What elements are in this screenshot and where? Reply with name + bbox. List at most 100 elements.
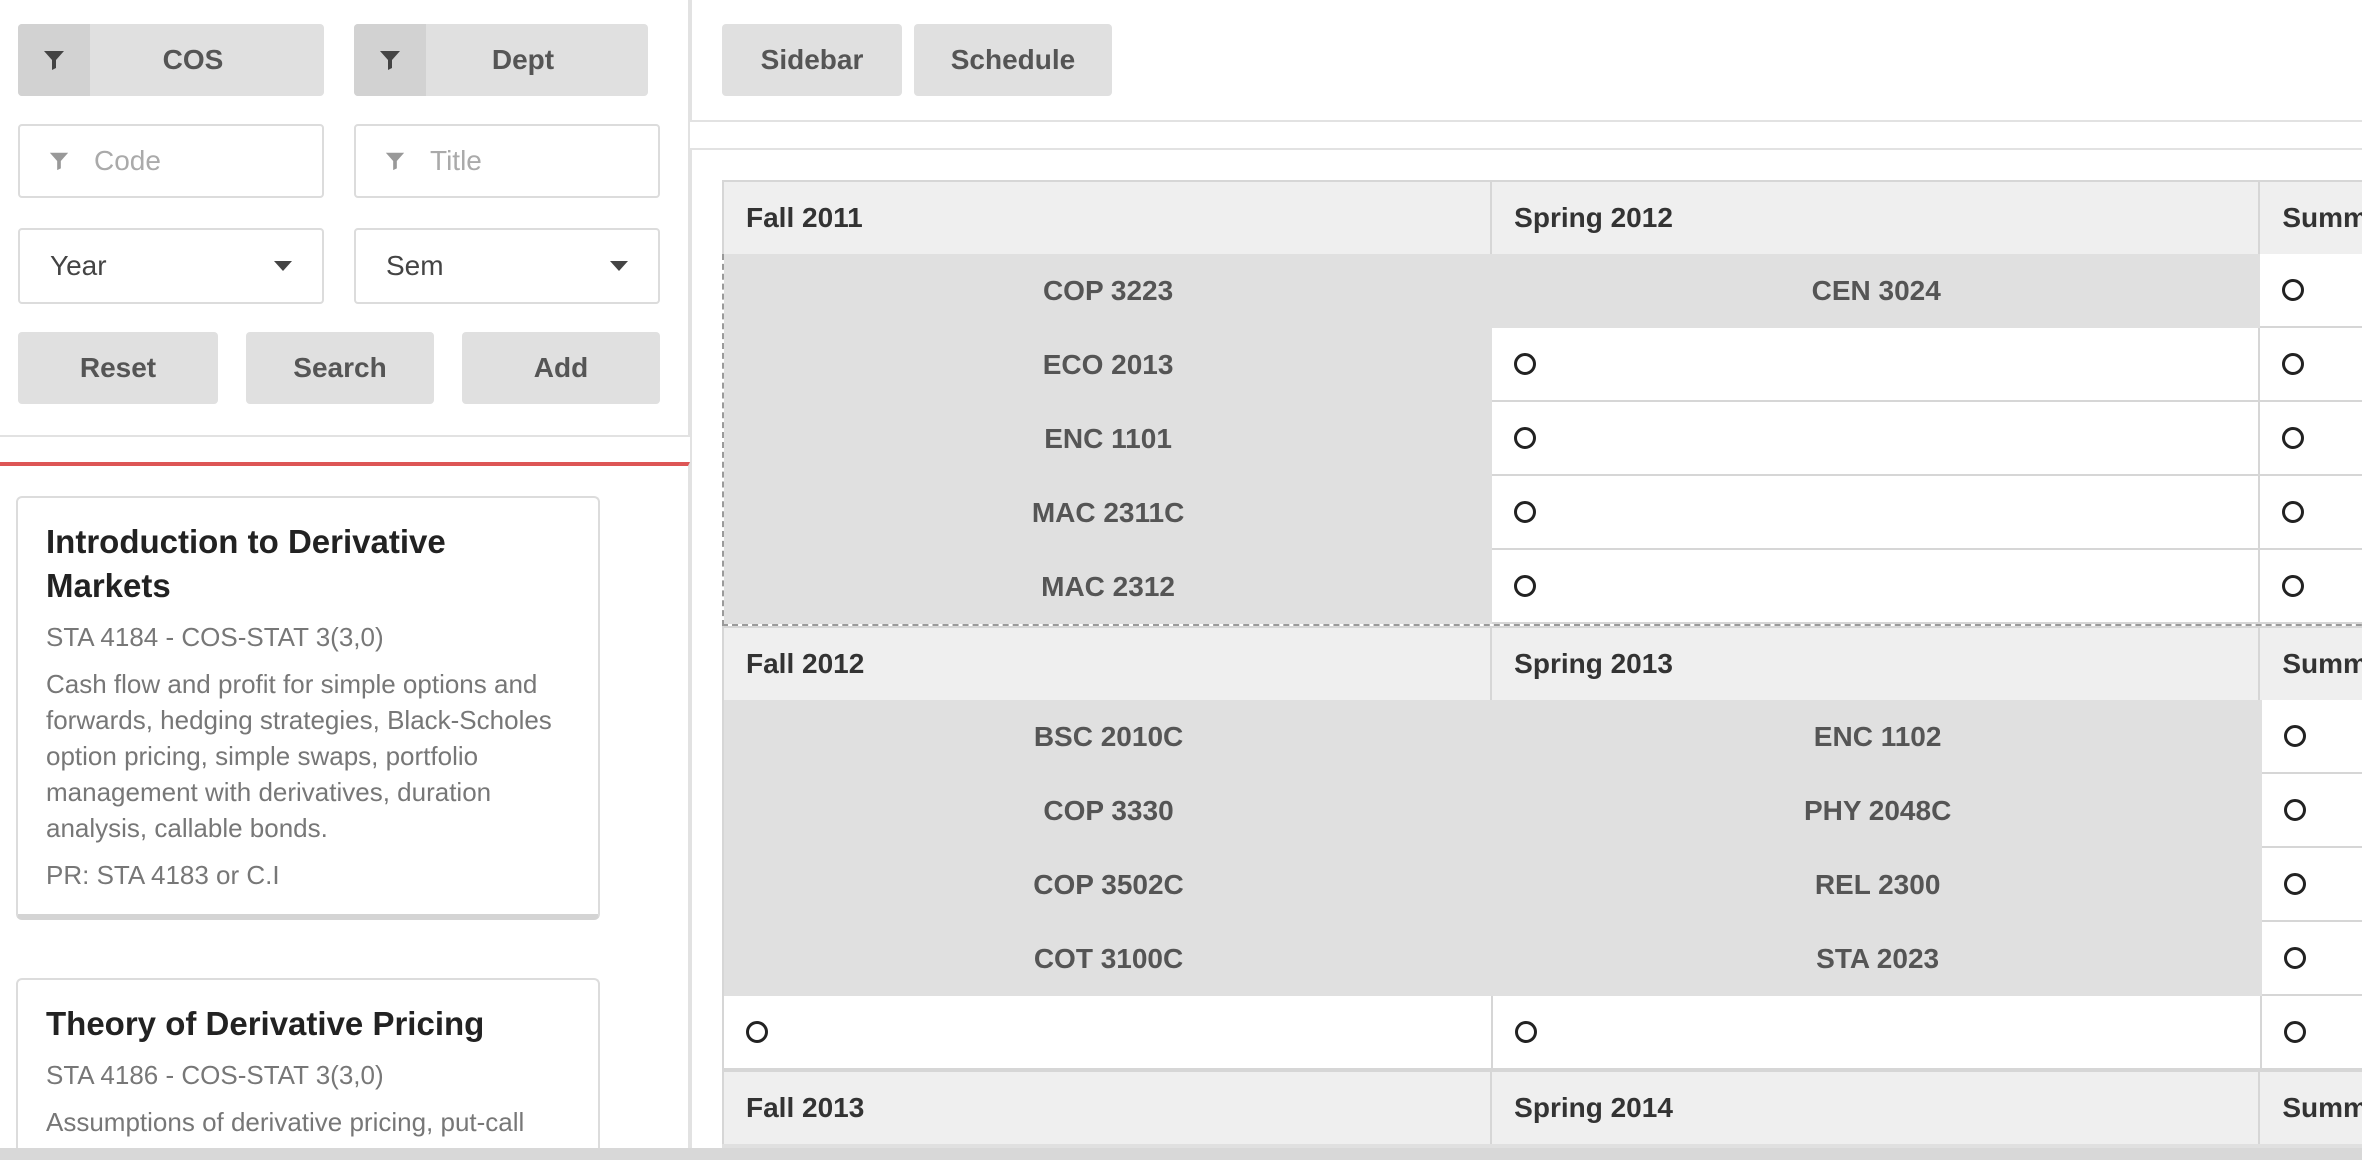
schedule-panel: Fall 2011 Spring 2012 Summ COP 3223 CEN … [690,148,2362,1160]
term-header: Fall 2012 [724,628,1493,700]
add-slot-icon[interactable] [2282,279,2305,301]
course-description: Assumptions of derivative pricing, put-c… [46,1107,525,1137]
dept-filter-label: Dept [491,44,555,75]
add-slot-icon[interactable] [2282,353,2305,375]
term-header: Summ [2282,202,2362,233]
filter-icon [20,150,80,172]
course-slot[interactable]: ENC 1101 [724,402,1493,476]
term-courses: COP 3223 CEN 3024 ECO 2013 ENC 1101 MAC … [722,254,2362,626]
course-title: Theory of Derivative Pricing [46,1005,485,1042]
course-slot[interactable]: STA 2023 [1493,922,2263,996]
course-slot[interactable]: COP 3502C [724,848,1494,922]
schedule-row: ECO 2013 [724,328,2362,402]
add-slot-icon[interactable] [2284,947,2307,969]
schedule-row: BSC 2010C ENC 1102 [724,700,2362,774]
chevron-down-icon [274,261,292,271]
schedule-row [724,996,2362,1070]
course-slot[interactable]: BSC 2010C [724,700,1494,774]
term-header: Spring 2012 [1492,182,2261,254]
add-slot-icon[interactable] [2284,1021,2307,1043]
term-header: Summ [2282,648,2362,679]
course-slot[interactable]: PHY 2048C [1493,774,2263,848]
add-slot-icon[interactable] [1514,353,1537,375]
empty-slot[interactable] [2260,254,2362,328]
empty-slot[interactable] [2260,476,2362,550]
empty-slot[interactable] [2262,700,2362,774]
course-slot[interactable]: COT 3100C [724,922,1494,996]
add-slot-icon[interactable] [746,1021,768,1043]
code-field[interactable] [18,124,324,198]
empty-slot[interactable] [1492,476,2261,550]
course-slot[interactable]: MAC 2312 [724,550,1493,624]
empty-slot[interactable] [2260,402,2362,476]
search-button[interactable]: Search [246,332,434,404]
empty-slot[interactable] [2262,996,2362,1070]
empty-slot[interactable] [2260,328,2362,402]
empty-slot[interactable] [2260,550,2362,624]
view-toolbar: Sidebar Schedule [690,0,2362,122]
empty-slot[interactable] [1492,550,2261,624]
add-slot-icon[interactable] [2284,799,2307,821]
term-header: Spring 2014 [1492,1072,2261,1144]
title-input[interactable] [416,145,616,177]
title-field[interactable] [354,124,660,198]
empty-slot[interactable] [724,996,1494,1070]
horizontal-scrollbar[interactable] [0,1148,2362,1160]
empty-slot[interactable] [1492,402,2261,476]
add-slot-icon[interactable] [1514,501,1537,523]
empty-slot[interactable] [1493,996,2263,1070]
term-header: Summ [2282,1092,2362,1123]
course-slot[interactable]: COP 3330 [724,774,1494,848]
schedule-row: MAC 2311C [724,476,2362,550]
add-slot-icon[interactable] [2284,873,2307,895]
schedule-button[interactable]: Schedule [914,24,1112,96]
schedule-row: COP 3502C REL 2300 [724,848,2362,922]
term-header-row: Fall 2013 Spring 2014 Summ [722,1070,2362,1144]
empty-slot[interactable] [2262,922,2362,996]
add-slot-icon[interactable] [1515,1021,1538,1043]
code-input[interactable] [80,145,280,177]
empty-slot[interactable] [2262,774,2362,848]
year-block: Fall 2013 Spring 2014 Summ [722,1070,2362,1160]
term-courses: BSC 2010C ENC 1102 COP 3330 PHY 2048C CO… [722,700,2362,1070]
year-block: Fall 2012 Spring 2013 Summ BSC 2010C ENC… [722,626,2362,1070]
term-header-row: Fall 2012 Spring 2013 Summ [722,626,2362,700]
sem-select[interactable]: Sem [354,228,660,304]
course-description: Cash flow and profit for simple options … [46,669,552,843]
course-meta: STA 4186 - COS-STAT 3(3,0) [46,1060,384,1090]
empty-slot[interactable] [2262,848,2362,922]
year-select[interactable]: Year [18,228,324,304]
schedule-row: ENC 1101 [724,402,2362,476]
filter-icon [354,24,426,96]
course-slot[interactable]: CEN 3024 [1492,254,2261,328]
course-card[interactable]: Theory of Derivative Pricing STA 4186 - … [16,978,600,1160]
schedule-grid: Fall 2011 Spring 2012 Summ COP 3223 CEN … [722,180,2362,1160]
year-block: Fall 2011 Spring 2012 Summ COP 3223 CEN … [722,180,2362,626]
course-meta: STA 4184 - COS-STAT 3(3,0) [46,622,384,652]
add-slot-icon[interactable] [2282,501,2305,523]
course-prereq: PR: STA 4183 or C.I [46,860,280,890]
course-card[interactable]: Introduction to Derivative Markets STA 4… [16,496,600,920]
schedule-row: COP 3330 PHY 2048C [724,774,2362,848]
add-slot-icon[interactable] [1514,427,1537,449]
course-slot[interactable]: COP 3223 [724,254,1493,328]
add-slot-icon[interactable] [2282,575,2305,597]
cos-filter-label: COS [162,44,224,75]
term-header-row: Fall 2011 Spring 2012 Summ [722,180,2362,254]
course-slot[interactable]: MAC 2311C [724,476,1493,550]
empty-slot[interactable] [1492,328,2261,402]
schedule-row: COP 3223 CEN 3024 [724,254,2362,328]
course-slot[interactable]: REL 2300 [1493,848,2263,922]
course-slot[interactable]: ECO 2013 [724,328,1493,402]
course-slot[interactable]: ENC 1102 [1493,700,2263,774]
reset-button[interactable]: Reset [18,332,218,404]
cos-filter-button[interactable]: COS [18,24,324,96]
add-slot-icon[interactable] [2284,725,2307,747]
add-slot-icon[interactable] [1514,575,1537,597]
sem-select-value: Sem [386,250,444,281]
filter-panel: COS Dept Year Sem Reset [0,0,690,437]
add-slot-icon[interactable] [2282,427,2305,449]
add-button[interactable]: Add [462,332,660,404]
sidebar-button[interactable]: Sidebar [722,24,902,96]
dept-filter-button[interactable]: Dept [354,24,648,96]
